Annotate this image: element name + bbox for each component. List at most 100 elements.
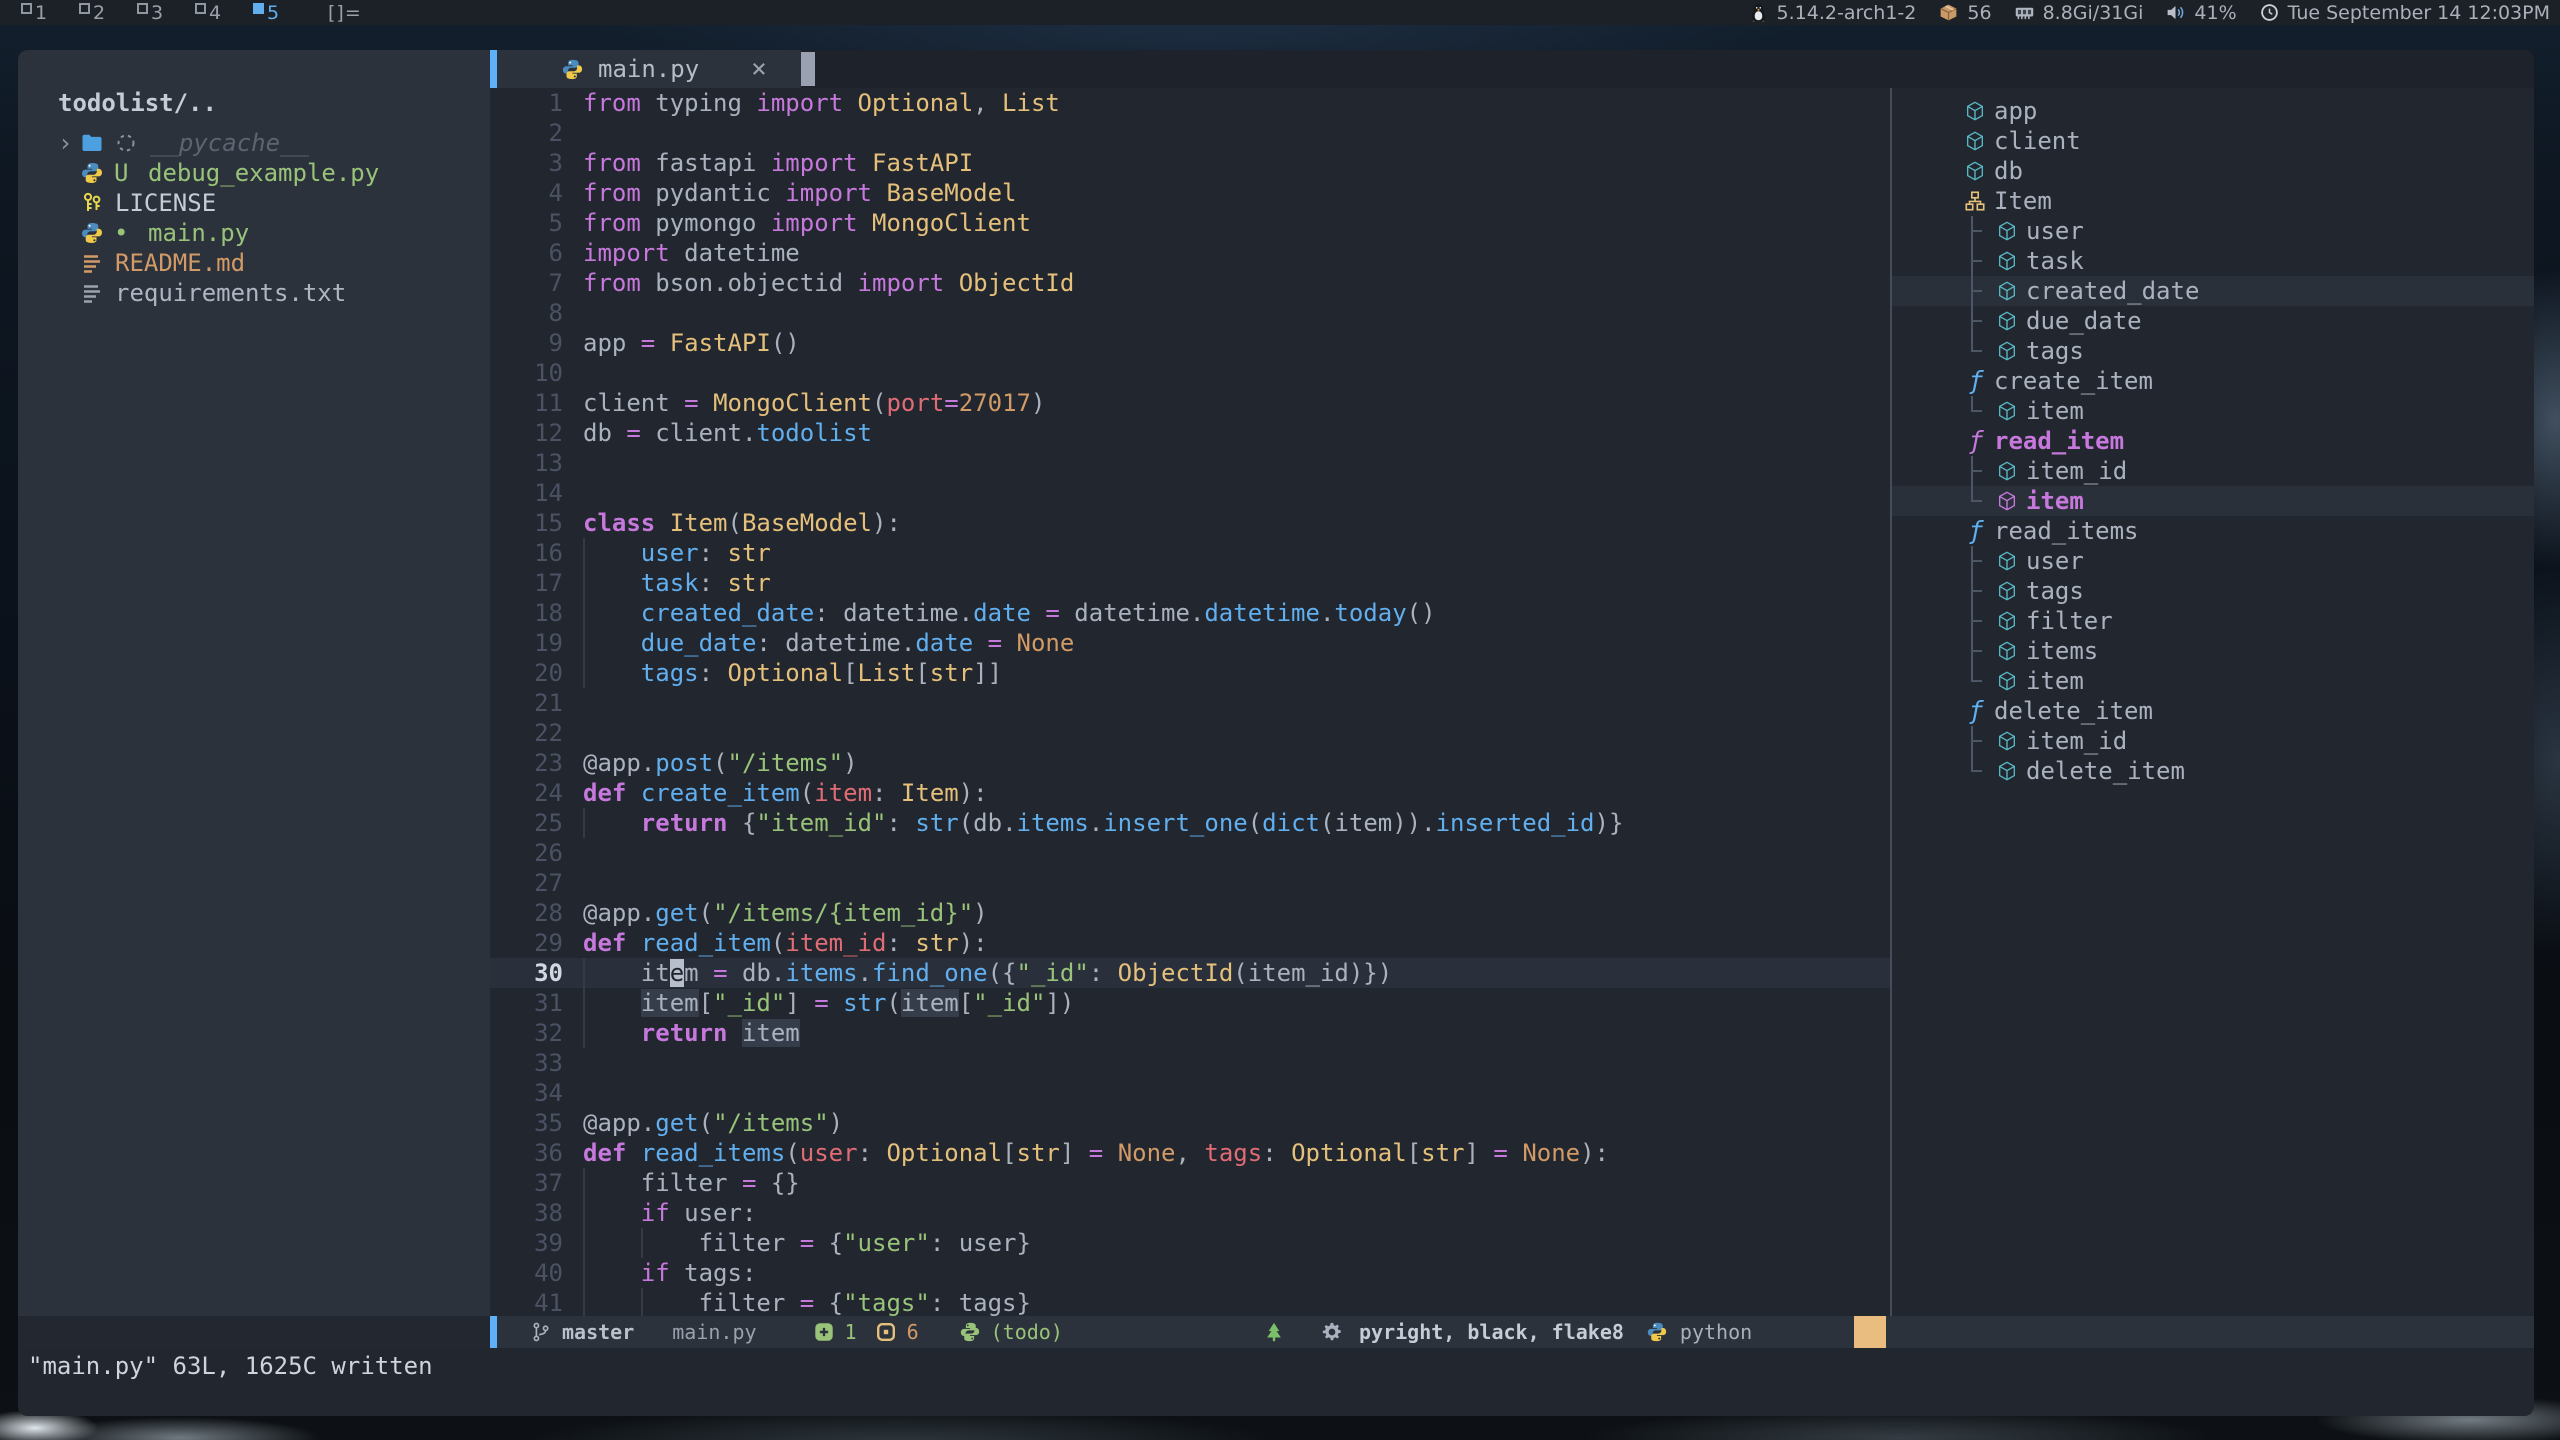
code-line-39[interactable]: 39filter = {"user": user} [490, 1228, 1890, 1258]
tree-item-__pycache__[interactable]: › __pycache__ [18, 128, 490, 158]
code-line-32[interactable]: 32return item [490, 1018, 1890, 1048]
outline-item-item[interactable]: item [1892, 666, 2534, 696]
outline-item-user[interactable]: user [1892, 216, 2534, 246]
layout-symbol[interactable]: []= [328, 2, 362, 24]
tree-item-README.md[interactable]: README.md [18, 248, 490, 278]
code-line-40[interactable]: 40if tags: [490, 1258, 1890, 1288]
code-line-16[interactable]: 16user: str [490, 538, 1890, 568]
outline-item-tags[interactable]: tags [1892, 576, 2534, 606]
class-icon [1964, 186, 1988, 216]
code-line-1[interactable]: 1from typing import Optional, List [490, 88, 1890, 118]
code-text: from pymongo import MongoClient [583, 208, 1031, 238]
workspace-2[interactable]: 2 [70, 0, 128, 25]
code-line-2[interactable]: 2 [490, 118, 1890, 148]
workspace-5[interactable]: 5 [244, 0, 302, 25]
code-line-29[interactable]: 29def read_item(item_id: str): [490, 928, 1890, 958]
tab-title: main.py [598, 55, 699, 83]
code-line-27[interactable]: 27 [490, 868, 1890, 898]
code-line-14[interactable]: 14 [490, 478, 1890, 508]
status-volume: 41% [2165, 2, 2236, 24]
tree-item-main.py[interactable]: •main.py [18, 218, 490, 248]
code-line-30[interactable]: 30item = db.items.find_one({"_id": Objec… [490, 958, 1890, 988]
tab-main-py[interactable]: main.py × [497, 50, 801, 88]
code-line-28[interactable]: 28@app.get("/items/{item_id}") [490, 898, 1890, 928]
workspace-3[interactable]: 3 [128, 0, 186, 25]
code-line-19[interactable]: 19due_date: datetime.date = None [490, 628, 1890, 658]
file-explorer[interactable]: todolist/.. › __pycache__Udebug_example.p… [18, 50, 490, 1316]
code-line-3[interactable]: 3from fastapi import FastAPI [490, 148, 1890, 178]
scroll-position-block[interactable] [1854, 1316, 1886, 1348]
code-line-17[interactable]: 17task: str [490, 568, 1890, 598]
tree-root[interactable]: todolist/.. [58, 88, 217, 118]
workspace-1[interactable]: 1 [12, 0, 70, 25]
outline-item-tags[interactable]: tags [1892, 336, 2534, 366]
code-editor[interactable]: 1from typing import Optional, List23from… [490, 88, 1890, 1316]
code-line-35[interactable]: 35@app.get("/items") [490, 1108, 1890, 1138]
code-line-12[interactable]: 12db = client.todolist [490, 418, 1890, 448]
code-line-33[interactable]: 33 [490, 1048, 1890, 1078]
outline-item-item[interactable]: item [1892, 396, 2534, 426]
code-line-23[interactable]: 23@app.post("/items") [490, 748, 1890, 778]
symbols-outline-panel[interactable]: appclientdbItemusertaskcreated_datedue_d… [1892, 88, 2534, 1316]
outline-item-due_date[interactable]: due_date [1892, 306, 2534, 336]
outline-item-items[interactable]: items [1892, 636, 2534, 666]
line-number: 26 [490, 838, 563, 868]
outline-item-delete_item[interactable]: delete_item [1892, 756, 2534, 786]
code-line-18[interactable]: 18created_date: datetime.date = datetime… [490, 598, 1890, 628]
workspace-indicator [195, 3, 206, 14]
outline-item-task[interactable]: task [1892, 246, 2534, 276]
status-text: 41% [2194, 2, 2236, 24]
code-line-15[interactable]: 15class Item(BaseModel): [490, 508, 1890, 538]
tree-item-LICENSE[interactable]: LICENSE [18, 188, 490, 218]
tree-item-debug_example.py[interactable]: Udebug_example.py [18, 158, 490, 188]
outline-item-created_date[interactable]: created_date [1892, 276, 2534, 306]
tree-item-requirements.txt[interactable]: requirements.txt [18, 278, 490, 308]
code-line-31[interactable]: 31item["_id"] = str(item["_id"]) [490, 988, 1890, 1018]
code-line-20[interactable]: 20tags: Optional[List[str]] [490, 658, 1890, 688]
line-number: 1 [490, 88, 563, 118]
outline-item-read_items[interactable]: ƒread_items [1892, 516, 2534, 546]
code-line-36[interactable]: 36def read_items(user: Optional[str] = N… [490, 1138, 1890, 1168]
code-line-25[interactable]: 25return {"item_id": str(db.items.insert… [490, 808, 1890, 838]
code-line-11[interactable]: 11client = MongoClient(port=27017) [490, 388, 1890, 418]
code-line-13[interactable]: 13 [490, 448, 1890, 478]
code-line-34[interactable]: 34 [490, 1078, 1890, 1108]
code-line-9[interactable]: 9app = FastAPI() [490, 328, 1890, 358]
code-text: @app.post("/items") [583, 748, 858, 778]
outline-item-app[interactable]: app [1892, 96, 2534, 126]
outline-item-item_id[interactable]: item_id [1892, 456, 2534, 486]
line-number: 21 [490, 688, 563, 718]
code-line-5[interactable]: 5from pymongo import MongoClient [490, 208, 1890, 238]
code-line-24[interactable]: 24def create_item(item: Item): [490, 778, 1890, 808]
code-line-8[interactable]: 8 [490, 298, 1890, 328]
outline-item-delete_item[interactable]: ƒdelete_item [1892, 696, 2534, 726]
outline-item-user[interactable]: user [1892, 546, 2534, 576]
outline-item-create_item[interactable]: ƒcreate_item [1892, 366, 2534, 396]
tree-connector [1971, 486, 1985, 516]
code-line-22[interactable]: 22 [490, 718, 1890, 748]
code-line-10[interactable]: 10 [490, 358, 1890, 388]
outline-item-item_id[interactable]: item_id [1892, 726, 2534, 756]
code-line-38[interactable]: 38if user: [490, 1198, 1890, 1228]
outline-item-client[interactable]: client [1892, 126, 2534, 156]
code-line-37[interactable]: 37filter = {} [490, 1168, 1890, 1198]
outline-item-db[interactable]: db [1892, 156, 2534, 186]
file-name: __pycache__ [150, 128, 309, 158]
outline-item-Item[interactable]: Item [1892, 186, 2534, 216]
function-icon: ƒ [1964, 366, 1988, 396]
code-line-21[interactable]: 21 [490, 688, 1890, 718]
code-line-4[interactable]: 4from pydantic import BaseModel [490, 178, 1890, 208]
code-line-26[interactable]: 26 [490, 838, 1890, 868]
code-line-6[interactable]: 6import datetime [490, 238, 1890, 268]
outline-item-read_item[interactable]: ƒread_item [1892, 426, 2534, 456]
code-line-7[interactable]: 7from bson.objectid import ObjectId [490, 268, 1890, 298]
penguin-icon [1748, 2, 1769, 23]
outline-item-filter[interactable]: filter [1892, 606, 2534, 636]
code-line-41[interactable]: 41filter = {"tags": tags} [490, 1288, 1890, 1316]
outline-item-item[interactable]: item [1892, 486, 2534, 516]
workspace-4[interactable]: 4 [186, 0, 244, 25]
tab-close-icon[interactable]: × [751, 54, 767, 84]
variable-icon [1964, 156, 1988, 186]
chevron-right-icon[interactable]: › [58, 128, 72, 158]
filetype-python-icon [1646, 1321, 1668, 1343]
